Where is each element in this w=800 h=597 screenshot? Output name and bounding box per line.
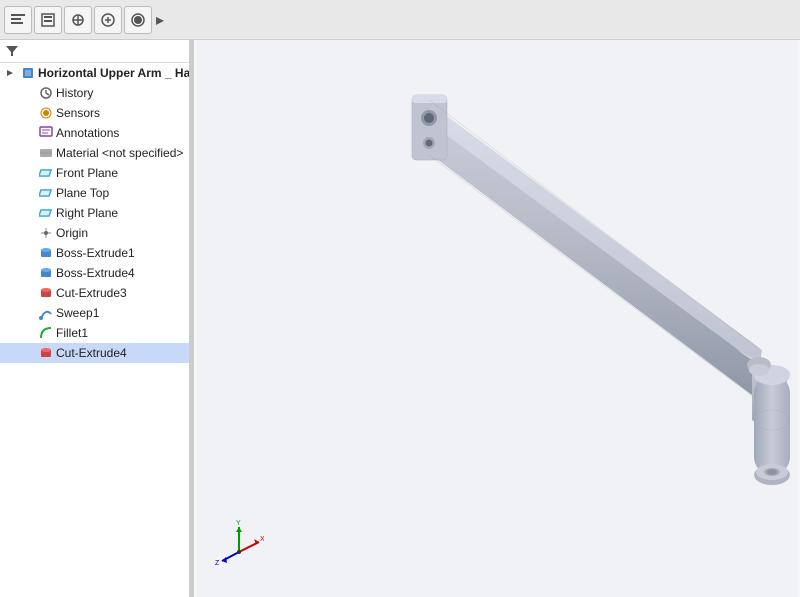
property-manager-tab-btn[interactable] [34,6,62,34]
tree-item-icon-boss [38,265,54,281]
dim-expert-tab-btn[interactable] [94,6,122,34]
tree-item-icon-cut [38,285,54,301]
tree-expand-icon [20,285,36,301]
tree-expand-icon [20,85,36,101]
tree-item-right-plane[interactable]: Right Plane [0,203,189,223]
display-manager-icon [130,12,146,28]
svg-text:Y: Y [236,520,241,527]
tree-item-cut-extrude3[interactable]: Cut-Extrude3 [0,283,189,303]
tree-item-label: Cut-Extrude4 [56,346,127,360]
tree-item-icon-fillet [38,325,54,341]
tree-item-icon-history [38,85,54,101]
svg-text:Z: Z [215,560,220,567]
tree-item-icon-cut [38,345,54,361]
tree-expand-icon [20,325,36,341]
tree-item-label: Fillet1 [56,326,88,340]
tree-item-label: Material <not specified> [56,146,183,160]
tree-item-label: History [56,86,93,100]
origin-axes-indicator: X Y Z [214,517,264,567]
tree-item-top-plane[interactable]: Plane Top [0,183,189,203]
tree-item-icon-plane [38,165,54,181]
tree-item-annotations[interactable]: Annotations [0,123,189,143]
tree-item-label: Cut-Extrude3 [56,286,127,300]
tree-item-label: Sweep1 [56,306,99,320]
tree-item-icon-annotation [38,125,54,141]
toolbar-more-btn[interactable]: ▸ [154,10,166,30]
tree-expand-icon [20,305,36,321]
tree-item-label: Front Plane [56,166,118,180]
main-area: Horizontal Upper Arm _ Han History Sensors… [0,40,800,597]
3d-model-canvas [194,40,800,597]
tree-item-icon-material [38,145,54,161]
tree-expand-icon [20,125,36,141]
tree-expand-icon [20,165,36,181]
tree-item-icon-plane [38,185,54,201]
tree-item-icon-sensor [38,105,54,121]
tree-item-origin[interactable]: Origin [0,223,189,243]
tree-item-label: Horizontal Upper Arm _ Han [38,66,190,80]
display-manager-tab-btn[interactable] [124,6,152,34]
tree-expand-icon [20,205,36,221]
filter-icon [4,43,20,59]
tree-item-label: Origin [56,226,88,240]
property-manager-icon [40,12,56,28]
tree-item-icon-part [20,65,36,81]
tree-item-icon-plane [38,205,54,221]
tree-item-icon-sweep [38,305,54,321]
config-manager-tab-btn[interactable] [64,6,92,34]
tree-item-label: Annotations [56,126,119,140]
tree-expand-icon [20,345,36,361]
tree-item-label: Sensors [56,106,100,120]
toolbar: ▸ [0,0,800,40]
tree-item-icon-origin [38,225,54,241]
toolbar-more-icon: ▸ [156,12,164,29]
svg-text:X: X [260,536,264,543]
tree-item-sweep1[interactable]: Sweep1 [0,303,189,323]
feature-tree: Horizontal Upper Arm _ Han History Sensors… [0,63,189,363]
sidebar-filter-row [0,40,189,63]
tree-item-cut-extrude4[interactable]: Cut-Extrude4 [0,343,189,363]
tree-expand-icon [20,145,36,161]
tree-expand-icon [2,65,18,81]
feature-tree-sidebar: Horizontal Upper Arm _ Han History Sensors… [0,40,190,597]
3d-viewport[interactable]: X Y Z [194,40,800,597]
tree-expand-icon [20,105,36,121]
tree-expand-icon [20,265,36,281]
tree-item-front-plane[interactable]: Front Plane [0,163,189,183]
tree-expand-icon [20,185,36,201]
tree-item-sensors[interactable]: Sensors [0,103,189,123]
tree-item-label: Right Plane [56,206,118,220]
config-manager-icon [70,12,86,28]
tree-item-history[interactable]: History [0,83,189,103]
tree-item-icon-boss [38,245,54,261]
tree-expand-icon [20,245,36,261]
tree-item-boss-extrude1[interactable]: Boss-Extrude1 [0,243,189,263]
feature-manager-tab-btn[interactable] [4,6,32,34]
tree-item-label: Plane Top [56,186,109,200]
tree-item-root[interactable]: Horizontal Upper Arm _ Han [0,63,189,83]
tree-item-boss-extrude4[interactable]: Boss-Extrude4 [0,263,189,283]
dim-expert-icon [100,12,116,28]
tree-item-fillet1[interactable]: Fillet1 [0,323,189,343]
tree-item-label: Boss-Extrude1 [56,246,135,260]
tree-item-material[interactable]: Material <not specified> [0,143,189,163]
feature-manager-icon [10,12,26,28]
tree-item-label: Boss-Extrude4 [56,266,135,280]
tree-expand-icon [20,225,36,241]
